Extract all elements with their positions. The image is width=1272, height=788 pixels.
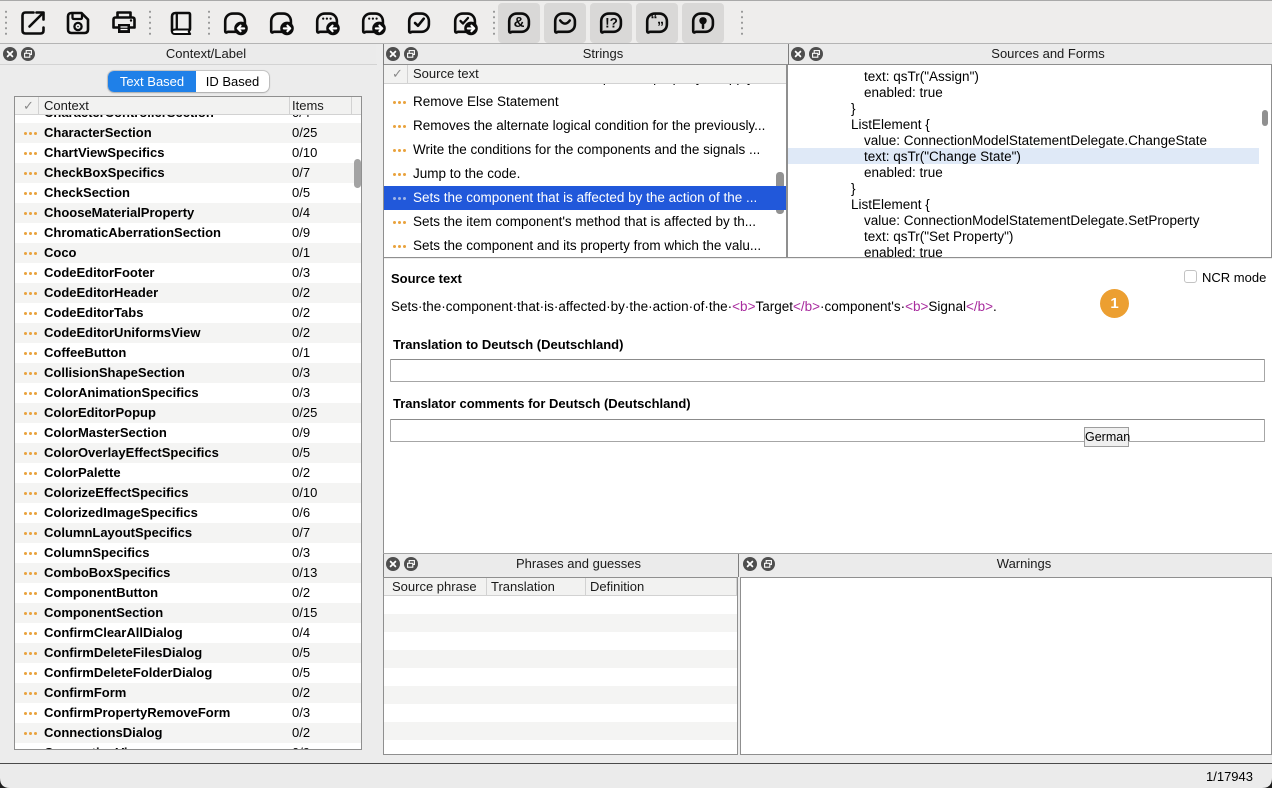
- svg-text:„: „: [657, 11, 664, 27]
- svg-text:!?: !?: [605, 16, 618, 31]
- svg-text:&: &: [514, 14, 525, 31]
